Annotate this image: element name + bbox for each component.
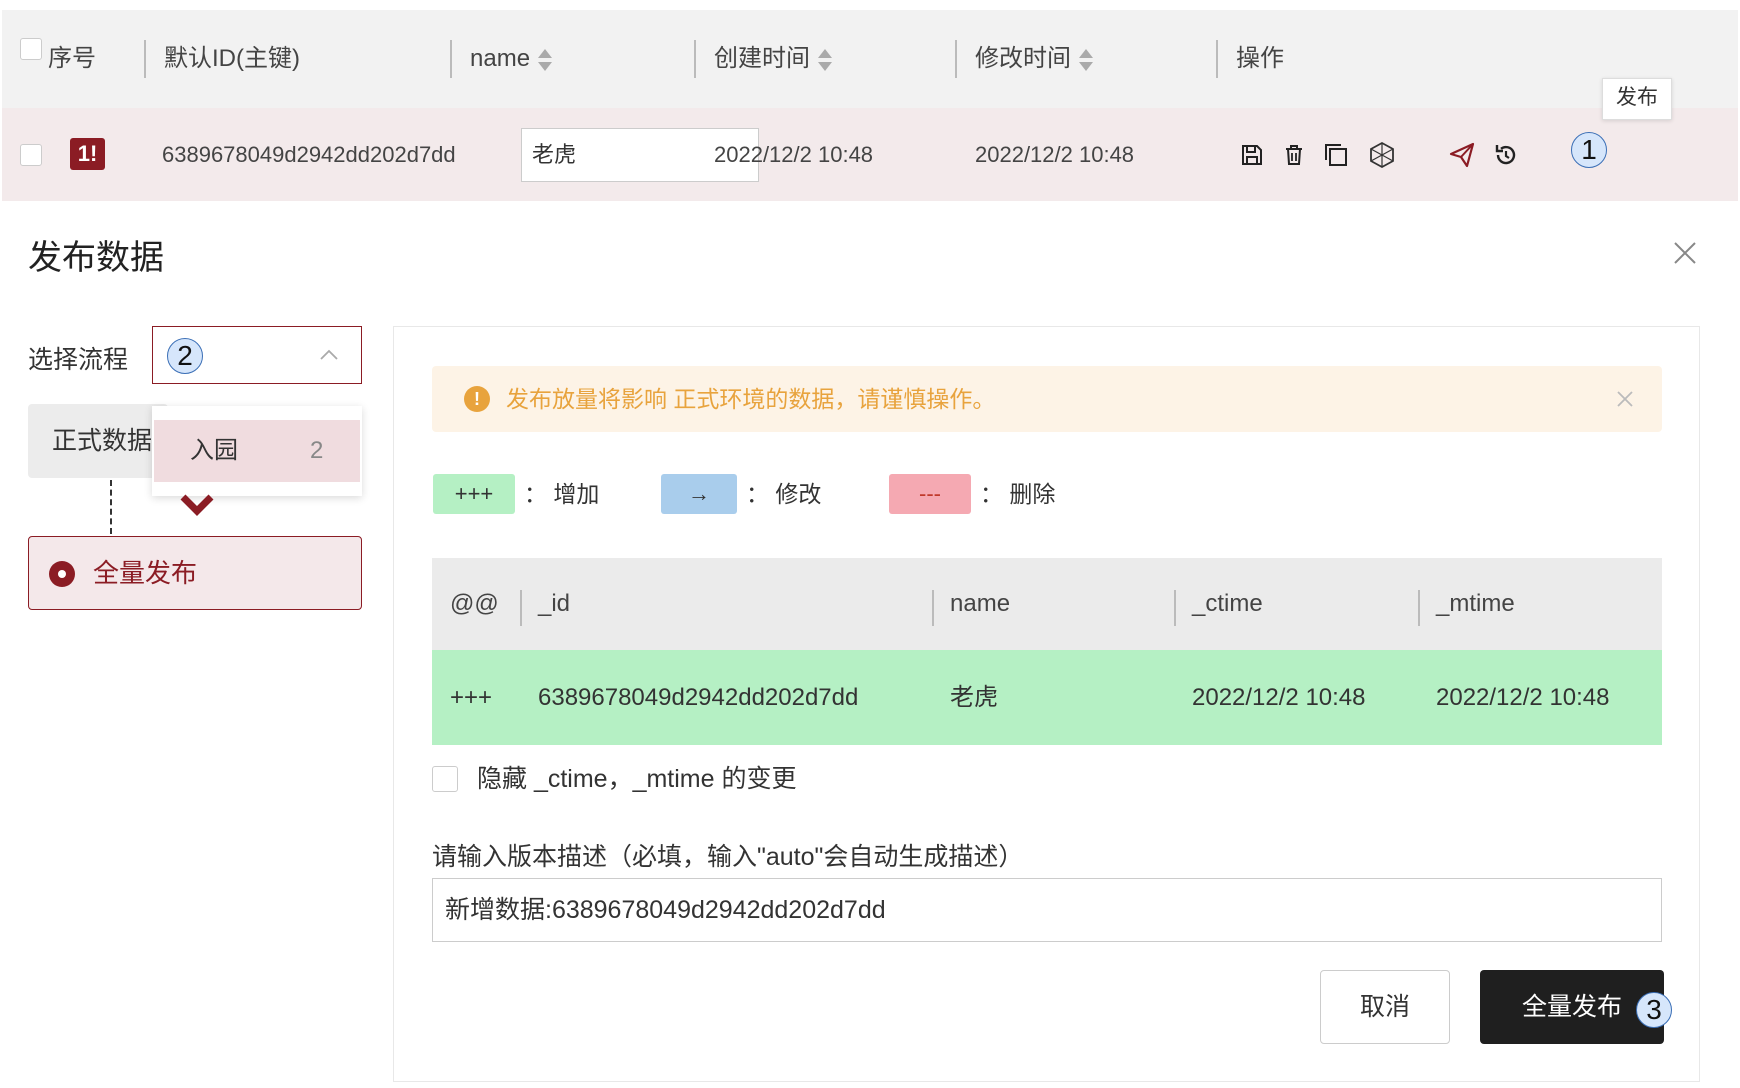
sort-icon[interactable]	[1079, 48, 1093, 71]
hexagon-icon[interactable]	[1368, 141, 1396, 169]
copy-icon[interactable]	[1322, 141, 1350, 169]
diff-table-header: @@ _id name _ctime _mtime	[432, 558, 1662, 650]
radio-icon	[49, 561, 75, 587]
row-checkbox[interactable]	[20, 144, 42, 166]
hide-time-checkbox[interactable]	[432, 766, 458, 792]
sort-icon[interactable]	[538, 48, 553, 71]
row-id: 6389678049d2942dd202d7dd	[162, 142, 456, 167]
publish-tooltip: 发布	[1602, 78, 1672, 120]
arrow-down-icon	[180, 494, 214, 516]
diff-cell-name: 老虎	[950, 684, 998, 711]
diff-col-id: _id	[520, 558, 570, 650]
col-mtime[interactable]: 修改时间	[955, 10, 1093, 108]
flow-option[interactable]: 入园 2	[154, 420, 360, 482]
select-all-checkbox[interactable]	[20, 38, 42, 60]
step-marker-3: 3	[1636, 992, 1672, 1028]
step-marker-2: 2	[167, 338, 203, 374]
warning-text: 发布放量将影响 正式环境的数据，请谨慎操作。	[506, 386, 996, 412]
flow-connector	[110, 480, 112, 534]
col-name[interactable]: name	[450, 10, 553, 108]
diff-col-op: @@	[450, 590, 499, 617]
close-icon[interactable]	[1672, 240, 1698, 266]
diff-col-name: name	[932, 558, 1010, 650]
step-marker-1: 1	[1571, 132, 1607, 168]
history-icon[interactable]	[1492, 141, 1520, 169]
diff-cell-op: +++	[450, 684, 493, 711]
diff-cell-mtime: 2022/12/2 10:48	[1436, 684, 1610, 711]
diff-col-mtime: _mtime	[1418, 558, 1515, 650]
publish-node[interactable]: 全量发布	[28, 536, 362, 610]
warning-banner: ! 发布放量将影响 正式环境的数据，请谨慎操作。	[432, 366, 1662, 432]
cancel-button[interactable]: 取消	[1320, 970, 1450, 1044]
table-header: 序号 默认ID(主键) name 创建时间 修改时间 操作	[2, 10, 1738, 109]
chevron-up-icon	[320, 349, 338, 360]
legend-modify-label: ： 修改	[746, 481, 822, 507]
publish-node-label: 全量发布	[93, 558, 198, 588]
flow-dropdown: 入园 2	[152, 406, 362, 496]
col-id: 默认ID(主键)	[144, 10, 300, 108]
flow-option-count: 2	[310, 437, 324, 464]
dialog-title: 发布数据	[28, 239, 164, 277]
legend-add-chip: +++	[433, 474, 515, 514]
row-index-badge: 1!	[70, 138, 105, 170]
flow-option-label: 入园	[190, 437, 238, 464]
row-ctime: 2022/12/2 10:48	[714, 142, 874, 167]
col-ops: 操作	[1216, 10, 1284, 108]
row-mtime: 2022/12/2 10:48	[975, 142, 1135, 167]
close-icon[interactable]	[1616, 390, 1634, 408]
flow-label: 选择流程	[28, 346, 129, 374]
legend-delete-label: ： 删除	[980, 481, 1056, 507]
version-desc-input[interactable]: 新增数据:6389678049d2942dd202d7dd	[432, 878, 1662, 942]
diff-table-row: +++ 6389678049d2942dd202d7dd 老虎 2022/12/…	[432, 650, 1662, 745]
sort-icon[interactable]	[818, 48, 832, 71]
send-icon[interactable]	[1448, 141, 1476, 169]
hide-time-label: 隐藏 _ctime，_mtime 的变更	[477, 765, 797, 793]
diff-col-ctime: _ctime	[1174, 558, 1263, 650]
legend-add-label: ： 增加	[524, 481, 600, 507]
col-ctime[interactable]: 创建时间	[694, 10, 832, 108]
stage-box: 正式数据	[28, 404, 168, 478]
warning-icon: !	[464, 386, 490, 412]
table-row: 1! 6389678049d2942dd202d7dd 老虎 2022/12/2…	[2, 108, 1738, 201]
col-index: 序号	[48, 45, 96, 72]
legend-delete-chip: ---	[889, 474, 971, 514]
version-desc-label: 请输入版本描述（必填，输入"auto"会自动生成描述）	[432, 843, 1024, 871]
save-icon[interactable]	[1238, 141, 1266, 169]
diff-cell-id: 6389678049d2942dd202d7dd	[538, 684, 859, 711]
trash-icon[interactable]	[1280, 141, 1308, 169]
legend-modify-chip: →	[661, 474, 737, 514]
diff-cell-ctime: 2022/12/2 10:48	[1192, 684, 1366, 711]
